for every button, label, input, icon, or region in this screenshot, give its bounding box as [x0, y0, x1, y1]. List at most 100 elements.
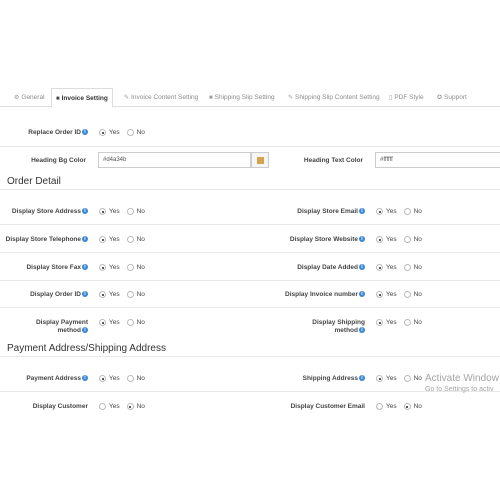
radio-button[interactable] — [403, 403, 411, 410]
radio-no[interactable]: No — [126, 236, 145, 244]
section-title-payment-shipping: Payment Address/Shipping Address — [7, 343, 166, 354]
display-store-address-label: Display Store Address i — [2, 208, 88, 216]
radio-yes[interactable]: Yes — [99, 291, 120, 299]
tab-support[interactable]: ✪ Support — [437, 88, 467, 107]
radio-no[interactable]: No — [126, 291, 145, 299]
pdf-icon: ▯ — [389, 95, 393, 101]
truck-icon: ■ — [209, 95, 213, 101]
section-divider — [0, 356, 500, 357]
tab-invoice-setting[interactable]: ■ Invoice Setting — [51, 88, 113, 108]
radio-button[interactable] — [126, 264, 134, 271]
display-customer-email-radios: Yes No — [376, 403, 429, 412]
activate-windows-watermark: Activate Window — [425, 373, 499, 384]
radio-no[interactable]: No — [126, 264, 145, 272]
radio-no[interactable]: No — [403, 375, 422, 383]
heading-text-color-input[interactable]: #ffffff — [375, 152, 500, 168]
radio-button[interactable] — [376, 375, 383, 382]
tab-shipping-slip-setting[interactable]: ■ Shipping Slip Setting — [209, 88, 275, 107]
radio-yes[interactable]: Yes — [376, 375, 397, 383]
radio-button[interactable] — [126, 129, 134, 136]
radio-button[interactable] — [99, 319, 106, 326]
radio-button[interactable] — [99, 129, 106, 136]
radio-no[interactable]: No — [126, 319, 145, 327]
radio-no[interactable]: No — [403, 403, 422, 411]
radio-no[interactable]: No — [126, 403, 145, 411]
radio-button[interactable] — [403, 291, 411, 298]
radio-yes[interactable]: Yes — [99, 403, 120, 411]
radio-no[interactable]: No — [126, 129, 145, 137]
radio-button[interactable] — [403, 236, 411, 243]
radio-button[interactable] — [403, 264, 411, 271]
radio-button[interactable] — [403, 375, 411, 382]
radio-yes[interactable]: Yes — [376, 403, 397, 411]
radio-button[interactable] — [126, 403, 134, 410]
radio-yes[interactable]: Yes — [376, 291, 397, 299]
radio-button[interactable] — [126, 319, 134, 326]
tab-general[interactable]: ⚙ General — [14, 88, 45, 107]
info-icon: i — [359, 264, 365, 271]
tab-invoice-content-setting[interactable]: ✎ Invoice Content Setting — [124, 88, 198, 107]
radio-no[interactable]: No — [403, 264, 422, 272]
radio-yes[interactable]: Yes — [99, 319, 120, 327]
radio-button[interactable] — [126, 236, 134, 243]
radio-button[interactable] — [99, 375, 106, 382]
info-icon: i — [82, 291, 88, 298]
radio-button[interactable] — [376, 264, 383, 271]
radio-button[interactable] — [403, 208, 411, 215]
radio-yes[interactable]: Yes — [99, 375, 120, 383]
shipping-address-radios: Yes No — [376, 375, 429, 384]
radio-button[interactable] — [99, 264, 106, 271]
radio-button[interactable] — [99, 208, 106, 215]
tab-shipping-slip-content-setting[interactable]: ✎ Shipping Slip Content Setting — [288, 88, 380, 107]
tab-pdf-style[interactable]: ▯ PDF Style — [389, 88, 424, 107]
radio-yes[interactable]: Yes — [99, 129, 120, 137]
radio-yes[interactable]: Yes — [99, 236, 120, 244]
radio-button[interactable] — [376, 208, 383, 215]
tab-label: PDF Style — [394, 94, 424, 101]
color-swatch — [257, 157, 264, 164]
display-date-added-label: Display Date Added i — [280, 264, 365, 272]
radio-yes[interactable]: Yes — [376, 236, 397, 244]
radio-yes[interactable]: Yes — [99, 208, 120, 216]
heading-bg-color-input[interactable]: #d4a34b — [98, 152, 251, 168]
file-edit-icon: ✎ — [124, 95, 130, 101]
info-icon: i — [359, 208, 365, 215]
radio-no[interactable]: No — [403, 319, 422, 327]
radio-button[interactable] — [376, 236, 383, 243]
display-store-email-radios: Yes No — [376, 208, 429, 217]
radio-yes[interactable]: Yes — [376, 208, 397, 216]
row-divider — [0, 224, 500, 225]
radio-no[interactable]: No — [126, 208, 145, 216]
display-store-telephone-radios: Yes No — [99, 236, 152, 245]
radio-yes[interactable]: Yes — [376, 264, 397, 272]
support-icon: ✪ — [437, 95, 443, 101]
radio-button[interactable] — [126, 375, 134, 382]
display-invoice-number-label: Display Invoice number i — [280, 291, 365, 299]
color-picker-button[interactable] — [251, 152, 269, 168]
gear-icon: ⚙ — [14, 95, 20, 101]
radio-button[interactable] — [126, 291, 134, 298]
radio-button[interactable] — [99, 291, 106, 298]
radio-no[interactable]: No — [403, 236, 422, 244]
radio-button[interactable] — [376, 319, 383, 326]
radio-yes[interactable]: Yes — [99, 264, 120, 272]
display-customer-radios: Yes No — [99, 403, 152, 412]
row-divider — [0, 307, 500, 308]
radio-button[interactable] — [376, 403, 383, 410]
display-invoice-number-radios: Yes No — [376, 291, 429, 300]
radio-button[interactable] — [99, 236, 106, 243]
radio-yes[interactable]: Yes — [376, 319, 397, 327]
radio-no[interactable]: No — [403, 208, 422, 216]
radio-no[interactable]: No — [126, 375, 145, 383]
radio-no[interactable]: No — [403, 291, 422, 299]
display-shipping-method-radios: Yes No — [376, 319, 429, 328]
radio-button[interactable] — [403, 319, 411, 326]
replace-order-id-label: Replace Order ID i — [10, 129, 88, 137]
radio-button[interactable] — [126, 208, 134, 215]
radio-button[interactable] — [99, 403, 106, 410]
display-order-id-label: Display Order ID i — [2, 291, 88, 299]
radio-button[interactable] — [376, 291, 383, 298]
payment-address-radios: Yes No — [99, 375, 152, 384]
heading-text-color-label: Heading Text Color — [303, 157, 363, 164]
row-divider — [0, 252, 500, 253]
